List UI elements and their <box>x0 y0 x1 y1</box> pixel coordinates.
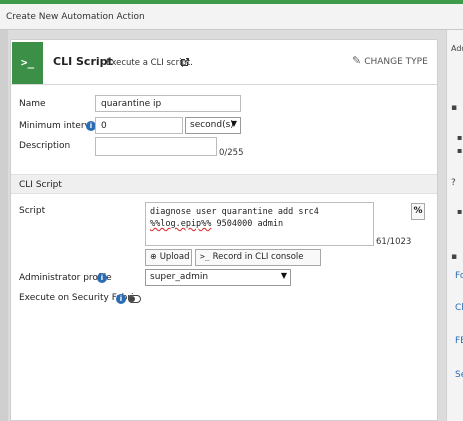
interval-unit-select[interactable]: second(s) ▼ <box>185 117 241 134</box>
server-icon: ▪ <box>451 103 458 113</box>
upload-label: Upload <box>159 252 190 262</box>
description-label: Description <box>19 141 71 151</box>
record-cli-label: Record in CLI console <box>212 252 304 262</box>
external-link-icon[interactable] <box>180 57 190 70</box>
description-counter: 0/255 <box>219 148 244 158</box>
device-icon: ▪ <box>457 133 463 142</box>
pencil-icon: ✎ <box>352 54 362 67</box>
script-counter: 61/1023 <box>376 237 412 247</box>
min-interval-field[interactable] <box>95 117 183 134</box>
name-label: Name <box>19 99 46 109</box>
action-card: >_ CLI Script Execute a CLI script. ✎ CHA… <box>10 39 438 421</box>
script-label: Script <box>19 206 46 216</box>
upload-button[interactable]: ⊕ Upload <box>145 249 192 266</box>
dialog-header: Create New Automation Action <box>0 4 463 30</box>
add-fragment: Add <box>451 44 463 53</box>
admin-profile-info-icon[interactable]: i <box>97 273 107 283</box>
side-link[interactable]: Se <box>455 370 463 380</box>
caret-down-icon: ▼ <box>280 271 287 280</box>
admin-profile-select[interactable]: super_admin ▼ <box>145 269 291 286</box>
device-icon: ▪ <box>457 207 463 216</box>
comment-icon: ▪ <box>451 252 458 262</box>
dialog-title: Create New Automation Action <box>6 12 145 22</box>
security-fabric-toggle[interactable] <box>128 295 141 303</box>
record-cli-button[interactable]: >_ Record in CLI console <box>195 249 321 266</box>
cli-script-section-header: CLI Script <box>11 174 437 194</box>
description-field[interactable] <box>95 137 217 156</box>
section-title: CLI Script <box>19 180 62 190</box>
script-editor[interactable]: diagnose user quarantine add src4 %%log.… <box>145 202 374 246</box>
card-title: CLI Script <box>53 55 113 68</box>
side-link[interactable]: FE <box>455 336 463 346</box>
cli-terminal-icon: >_ <box>12 42 43 84</box>
script-text-end: 9504000 admin <box>211 219 284 229</box>
name-field[interactable] <box>95 95 241 112</box>
admin-profile-value: super_admin <box>150 272 209 282</box>
security-fabric-info-icon[interactable]: i <box>116 294 126 304</box>
left-gutter <box>0 30 8 421</box>
script-text-start: diagnose user quarantine add src4 <box>150 207 324 217</box>
card-header: >_ CLI Script Execute a CLI script. ✎ CHA… <box>11 40 437 85</box>
side-link[interactable]: Fo <box>455 271 463 281</box>
plus-circle-icon: ⊕ <box>150 252 157 261</box>
terminal-icon: >_ <box>200 252 210 261</box>
device-icon: ▪ <box>457 146 463 155</box>
change-type-button[interactable]: ✎ CHANGE TYPE <box>352 54 428 67</box>
script-variable: %%log.epip%% <box>150 219 212 229</box>
interval-unit-value: second(s) <box>190 120 234 130</box>
caret-down-icon: ▼ <box>230 119 237 128</box>
side-link[interactable]: Cl <box>455 303 463 313</box>
insert-variable-button[interactable]: % <box>411 203 425 220</box>
right-side-panel: Add ▪ ▪ ▪ ? ▪ ▪ Fo Cl FE Se <box>446 30 463 421</box>
change-type-label: CHANGE TYPE <box>364 57 428 67</box>
help-icon: ? <box>451 178 456 188</box>
